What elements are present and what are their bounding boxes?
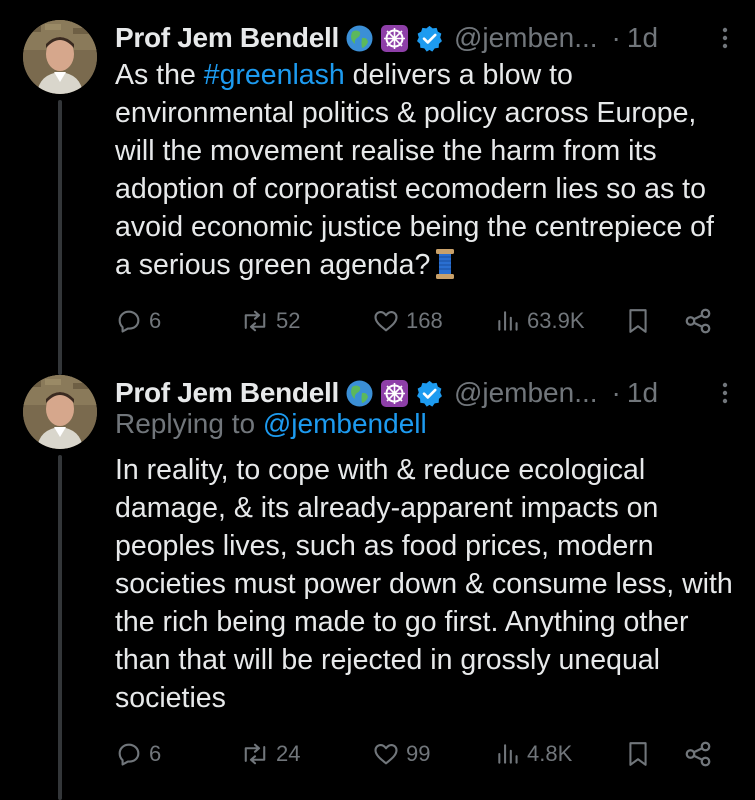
share-icon: [685, 308, 711, 334]
views-button[interactable]: 4.8K: [495, 737, 572, 771]
dot-separator: ·: [611, 377, 621, 408]
share-button[interactable]: [683, 304, 713, 338]
repost-button[interactable]: 52: [240, 304, 300, 338]
tweet-actions: 6 24 99 4.8K: [115, 737, 725, 771]
heart-icon: [374, 310, 398, 332]
timestamp[interactable]: 1d: [627, 22, 658, 54]
tweet-text: As the #greenlash delivers a blow to env…: [115, 56, 735, 284]
avatar[interactable]: [23, 20, 97, 94]
avatar[interactable]: [23, 375, 97, 449]
heart-icon: [374, 743, 398, 765]
reply-icon: [118, 310, 140, 333]
tweet-header: Prof Jem Bendell @jemben... · 1d: [115, 373, 735, 413]
reply-button[interactable]: 6: [115, 304, 161, 338]
like-button[interactable]: 99: [372, 737, 430, 771]
thread-connector-line: [58, 455, 62, 800]
bookmark-button[interactable]: [625, 304, 651, 338]
view-count: 63.9K: [527, 308, 585, 333]
bookmark-button[interactable]: [625, 737, 651, 771]
bookmark-icon: [629, 309, 647, 333]
replying-to-label: Replying to: [115, 408, 256, 439]
reply-count: 6: [149, 308, 162, 333]
globe-icon: [345, 24, 374, 53]
bookmark-icon: [629, 742, 647, 766]
replying-to: Replying to @jembendell: [115, 408, 427, 440]
timestamp[interactable]: 1d: [627, 377, 658, 409]
views-chart-icon: [498, 311, 518, 331]
reply-button[interactable]: 6: [115, 737, 161, 771]
tweet[interactable]: Prof Jem Bendell: [0, 0, 755, 375]
share-button[interactable]: [683, 737, 713, 771]
display-name[interactable]: Prof Jem Bendell: [115, 22, 339, 54]
thread-connector-line: [58, 100, 62, 375]
reply-count: 6: [149, 741, 162, 766]
like-count: 99: [406, 741, 431, 766]
dharma-wheel-icon: [380, 379, 409, 408]
thread-spool-icon: [434, 248, 456, 280]
user-handle[interactable]: @jemben...: [454, 22, 598, 54]
like-button[interactable]: 168: [372, 304, 443, 338]
view-count: 4.8K: [527, 741, 573, 766]
dot-separator: ·: [611, 22, 621, 53]
replying-to-handle-link[interactable]: @jembendell: [263, 408, 427, 439]
tweet-text-part: As the: [115, 59, 204, 91]
more-options-icon[interactable]: [715, 381, 735, 405]
repost-button[interactable]: 24: [240, 737, 300, 771]
verified-badge-icon: [415, 379, 444, 408]
hashtag-link[interactable]: #greenlash: [204, 59, 345, 91]
repost-icon: [244, 310, 266, 332]
verified-badge-icon: [415, 24, 444, 53]
more-options-icon[interactable]: [715, 26, 735, 50]
display-name[interactable]: Prof Jem Bendell: [115, 377, 339, 409]
views-button[interactable]: 63.9K: [495, 304, 585, 338]
share-icon: [685, 741, 711, 767]
tweet-text-part: delivers a blow to environmental politic…: [115, 59, 714, 281]
reply-icon: [118, 743, 140, 766]
dharma-wheel-icon: [380, 24, 409, 53]
repost-count: 24: [276, 741, 301, 766]
repost-icon: [244, 743, 266, 765]
tweet-text: In reality, to cope with & reduce ecolog…: [115, 454, 733, 714]
globe-icon: [345, 379, 374, 408]
user-handle[interactable]: @jemben...: [454, 377, 598, 409]
views-chart-icon: [498, 744, 518, 764]
repost-count: 52: [276, 308, 301, 333]
tweet-header: Prof Jem Bendell @jemben... · 1d: [115, 18, 735, 58]
like-count: 168: [406, 308, 443, 333]
tweet-actions: 6 52 168 63.9K: [115, 304, 725, 338]
tweet[interactable]: Prof Jem Bendell: [0, 355, 755, 800]
